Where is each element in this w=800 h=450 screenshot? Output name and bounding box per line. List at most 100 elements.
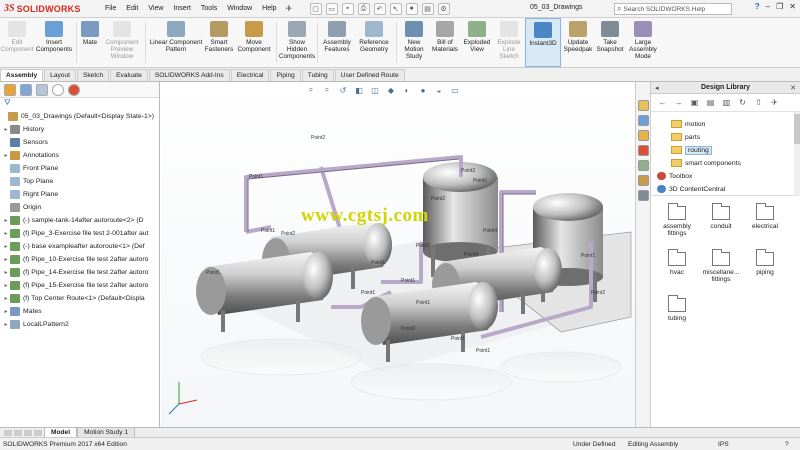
menu-file[interactable]: File (100, 5, 121, 12)
expand-arrow-icon[interactable]: ▸ (2, 295, 10, 302)
cmd-move-component-button[interactable]: Move Component (234, 18, 274, 67)
search-help-input[interactable]: ⌕ Search SOLIDWORKS Help (614, 3, 732, 15)
forward-icon[interactable]: → (673, 97, 684, 108)
route-point-label[interactable]: Point1 (249, 174, 263, 180)
tab-solidworks-add-ins[interactable]: SOLIDWORKS Add-Ins (148, 69, 230, 81)
expand-arrow-icon[interactable]: ▸ (2, 321, 10, 328)
appearances-tab-icon[interactable] (637, 145, 649, 156)
route-point-label[interactable]: Point2 (461, 168, 475, 174)
feature-manager-tab-icon[interactable] (4, 83, 16, 96)
expand-arrow-icon[interactable]: ▸ (2, 152, 10, 159)
refresh-icon[interactable]: ↻ (737, 97, 748, 108)
restore-icon[interactable]: ❐ (776, 2, 783, 11)
solidworks-logo[interactable]: 3S SOLIDWORKS (0, 3, 100, 14)
cmd-explode-line-sketch-button[interactable]: Explode Line Sketch (493, 18, 525, 67)
tree-item[interactable]: Front Plane (0, 162, 159, 175)
tab-piping[interactable]: Piping (270, 69, 301, 81)
menu-view[interactable]: View (143, 5, 168, 12)
dimxpert-tab-icon[interactable] (52, 83, 64, 96)
filter-icon[interactable]: ⛛ (0, 98, 159, 110)
tree-item[interactable]: ▸ (f) Pipe_14-Exercise file test 2after a… (0, 266, 159, 279)
cmd-update-speedpak-button[interactable]: Update Speedpak (561, 18, 595, 67)
tab-evaluate[interactable]: Evaluate (110, 69, 148, 81)
file-properties-icon[interactable]: ▤ (421, 2, 434, 15)
tree-item[interactable]: ▸ Annotations (0, 149, 159, 162)
help-status-icon[interactable]: ? (785, 441, 789, 448)
route-point-label[interactable]: Point1 (416, 300, 430, 306)
library-tree-scrollbar[interactable] (794, 112, 800, 196)
add-to-library-icon[interactable]: ▣ (689, 97, 700, 108)
custom-properties-tab-icon[interactable] (637, 160, 649, 171)
minimize-icon[interactable]: – (766, 2, 770, 11)
tree-item[interactable]: ▸ History (0, 123, 159, 136)
route-point-label[interactable]: Point2 (591, 290, 605, 296)
tab-tubing[interactable]: Tubing (301, 69, 334, 81)
library-folder-conduit[interactable]: conduit (699, 203, 743, 230)
assembly-model[interactable]: Point2 Point1 Point2 Point1 Point2 Point4 Poin… (161, 82, 635, 427)
route-point-label[interactable]: Point4 (483, 228, 497, 234)
expand-arrow-icon[interactable]: ▸ (2, 269, 10, 276)
close-icon[interactable]: ✕ (789, 2, 796, 11)
forum-tab-icon[interactable] (637, 175, 649, 186)
cmd-exploded-view-button[interactable]: Exploded View (461, 18, 493, 67)
expand-arrow-icon[interactable]: ▸ (2, 256, 10, 263)
route-point-label[interactable]: Point1 (581, 253, 595, 259)
tree-item[interactable]: ▸ (-) base exampleafter autoroute<1> (Def (0, 240, 159, 253)
route-point-label[interactable]: Point1 (261, 228, 275, 234)
route-point-label[interactable]: Point1 (451, 336, 465, 342)
expand-arrow-icon[interactable]: ▸ (2, 230, 10, 237)
tree-item[interactable]: Origin (0, 201, 159, 214)
tree-item[interactable]: ▸ Mates (0, 305, 159, 318)
undo-icon[interactable]: ↶ (373, 2, 386, 15)
route-point-label[interactable]: Point4 (464, 252, 478, 258)
graphics-area[interactable]: ⌕ ⌕ ↺ ◧ ◫ ◆ ◐ ● ◒ ▭ Point2 Point1 Point2… (161, 82, 635, 427)
library-folder-piping[interactable]: piping (743, 249, 787, 276)
menu-insert[interactable]: Insert (168, 5, 196, 12)
new-document-icon[interactable]: ▢ (309, 2, 322, 15)
units-selector[interactable]: IPS (718, 441, 729, 448)
route-point-label[interactable]: Point1 (401, 278, 415, 284)
rebuild-icon[interactable]: ● (405, 2, 418, 15)
expand-arrow-icon[interactable]: ▸ (2, 308, 10, 315)
cmd-mate-button[interactable]: Mate (79, 18, 101, 67)
cmd-reference-geometry-button[interactable]: Reference Geometry (354, 18, 394, 67)
cmd-bill-of-materials-button[interactable]: Bill of Materials (429, 18, 461, 67)
library-tree-item[interactable]: motion (671, 118, 705, 130)
tab-motion-study-1[interactable]: Motion Study 1 (77, 427, 136, 438)
tree-item[interactable]: Top Plane (0, 175, 159, 188)
library-folder-assembly-fittings[interactable]: assembly fittings (655, 203, 699, 237)
route-point-label[interactable]: Point2 (311, 135, 325, 141)
cmd-instant3d-button[interactable]: Instant3D (525, 18, 561, 67)
tree-item[interactable]: Sensors (0, 136, 159, 149)
route-point-label[interactable]: Point1 (206, 270, 220, 276)
library-folder-tubing[interactable]: tubing (655, 295, 699, 322)
tab-layout[interactable]: Layout (44, 69, 76, 81)
route-point-label[interactable]: Point2 (401, 326, 415, 332)
library-folder-electrical[interactable]: electrical (743, 203, 787, 230)
tree-item[interactable]: Right Plane (0, 188, 159, 201)
print-icon[interactable]: ⎙ (357, 2, 370, 15)
route-point-label[interactable]: Point2 (281, 231, 295, 237)
help-icon[interactable]: ? (755, 2, 760, 11)
cmd-large-assembly-mode-button[interactable]: Large Assembly Mode (625, 18, 661, 67)
cmd-linear-component-pattern-button[interactable]: Linear Component Pattern (148, 18, 204, 67)
solidworks-resources-tab-icon[interactable] (637, 100, 649, 111)
tree-item[interactable]: ▸ (f) Pipe_10-Exercise file test 2after a… (0, 253, 159, 266)
options-icon[interactable]: ⚙ (437, 2, 450, 15)
cmd-show-hidden-components-button[interactable]: Show Hidden Components (279, 18, 315, 67)
expand-arrow-icon[interactable]: ▸ (2, 217, 10, 224)
route-point-label[interactable]: Point1 (473, 178, 487, 184)
menu-edit[interactable]: Edit (121, 5, 143, 12)
menu-tools[interactable]: Tools (196, 5, 222, 12)
cmd-new-motion-study-button[interactable]: New Motion Study (399, 18, 429, 67)
cmd-take-snapshot-button[interactable]: Take Snapshot (595, 18, 625, 67)
back-icon[interactable]: ← (657, 97, 668, 108)
library-tree-item[interactable]: smart components (671, 157, 741, 169)
pin-pane-icon[interactable]: ✈ (769, 97, 780, 108)
view-palette-tab-icon[interactable] (637, 190, 649, 201)
up-one-level-icon[interactable]: ⇧ (753, 97, 764, 108)
display-manager-tab-icon[interactable] (68, 83, 80, 96)
save-icon[interactable]: ▪ (341, 2, 354, 15)
tab-sketch[interactable]: Sketch (76, 69, 110, 81)
route-point-label[interactable]: Point1 (476, 348, 490, 354)
